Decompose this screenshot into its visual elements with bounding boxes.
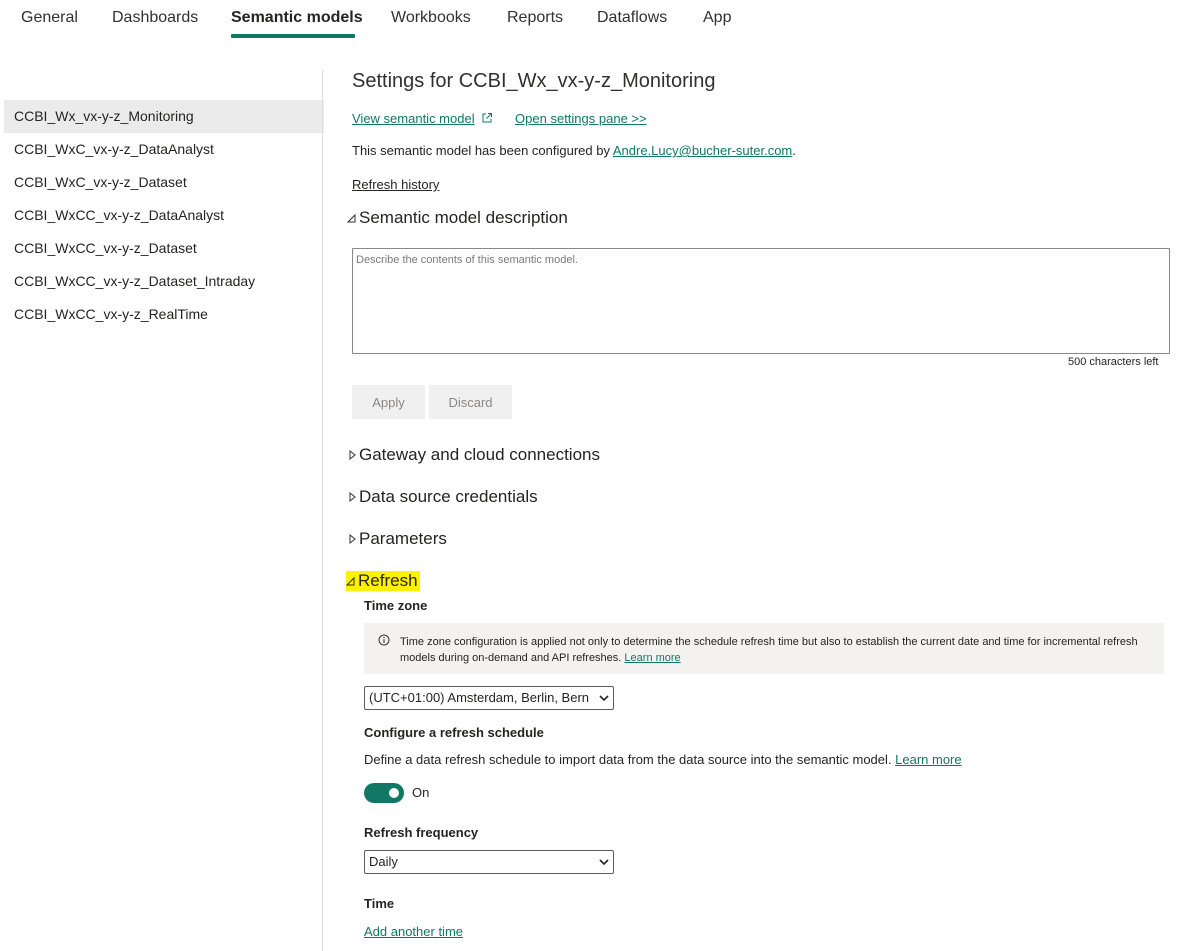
sidebar-item-wxcc-dataset[interactable]: CCBI_WxCC_vx-y-z_Dataset (4, 232, 324, 265)
model-links: View semantic model Open settings pane >… (352, 110, 647, 128)
triangle-expanded-icon (347, 213, 356, 223)
time-zone-label: Time zone (364, 598, 428, 613)
configured-by-text: This semantic model has been configured … (352, 143, 796, 158)
add-another-time-link[interactable]: Add another time (364, 924, 463, 939)
triangle-collapsed-icon (349, 449, 356, 461)
sidebar-item-wxc-dataanalyst[interactable]: CCBI_WxC_vx-y-z_DataAnalyst (4, 133, 324, 166)
view-semantic-model-link[interactable]: View semantic model (352, 111, 475, 126)
active-tab-indicator (231, 34, 355, 38)
time-zone-info-banner: Time zone configuration is applied not o… (364, 623, 1164, 674)
apply-button[interactable]: Apply (352, 385, 425, 419)
schedule-learn-more-link[interactable]: Learn more (895, 752, 961, 767)
tab-dashboards[interactable]: Dashboards (112, 9, 198, 27)
section-label: Semantic model description (359, 208, 568, 227)
sidebar-item-wxcc-dataanalyst[interactable]: CCBI_WxCC_vx-y-z_DataAnalyst (4, 199, 324, 232)
refresh-schedule-description: Define a data refresh schedule to import… (364, 752, 962, 767)
section-label: Parameters (359, 529, 447, 548)
time-zone-learn-more-link[interactable]: Learn more (624, 652, 680, 664)
triangle-expanded-icon (346, 576, 355, 586)
refresh-schedule-label: Configure a refresh schedule (364, 725, 544, 740)
section-refresh[interactable]: Refresh (346, 571, 420, 591)
section-label: Gateway and cloud connections (359, 445, 600, 464)
info-message: Time zone configuration is applied not o… (400, 636, 1138, 664)
triangle-collapsed-icon (349, 491, 356, 503)
section-gateway-connections[interactable]: Gateway and cloud connections (347, 445, 600, 465)
refresh-frequency-label: Refresh frequency (364, 825, 479, 840)
info-icon (378, 634, 390, 646)
schedule-description-text: Define a data refresh schedule to import… (364, 752, 892, 767)
time-zone-value: (UTC+01:00) Amsterdam, Berlin, Bern (369, 690, 589, 705)
section-semantic-model-description[interactable]: Semantic model description (347, 208, 568, 228)
section-label: Data source credentials (359, 487, 538, 506)
chevron-down-icon (599, 694, 609, 702)
section-parameters[interactable]: Parameters (347, 529, 447, 549)
refresh-schedule-toggle[interactable] (364, 783, 404, 803)
triangle-collapsed-icon (349, 533, 356, 545)
tab-semantic-models[interactable]: Semantic models (231, 9, 363, 27)
refresh-history-link[interactable]: Refresh history (352, 177, 439, 192)
tab-app[interactable]: App (703, 9, 731, 27)
page-title: Settings for CCBI_Wx_vx-y-z_Monitoring (352, 70, 716, 92)
tab-workbooks[interactable]: Workbooks (391, 9, 471, 27)
semantic-model-list: CCBI_Wx_vx-y-z_Monitoring CCBI_WxC_vx-y-… (4, 100, 324, 331)
time-label: Time (364, 896, 395, 911)
sidebar-item-wxc-dataset[interactable]: CCBI_WxC_vx-y-z_Dataset (4, 166, 324, 199)
chevron-down-icon (599, 859, 609, 866)
configured-by-prefix: This semantic model has been configured … (352, 143, 613, 158)
settings-tab-bar: General Dashboards Semantic models Workb… (0, 0, 1192, 40)
time-zone-info-text: Time zone configuration is applied not o… (400, 634, 1140, 666)
sidebar-item-wxcc-dataset-intraday[interactable]: CCBI_WxCC_vx-y-z_Dataset_Intraday (4, 265, 324, 298)
section-label: Refresh (358, 571, 418, 590)
tab-dataflows[interactable]: Dataflows (597, 9, 667, 27)
refresh-frequency-select[interactable]: Daily (364, 850, 614, 874)
characters-left-counter: 500 characters left (1068, 356, 1159, 368)
toggle-state-label: On (412, 785, 430, 800)
discard-button[interactable]: Discard (429, 385, 512, 419)
tab-reports[interactable]: Reports (507, 9, 563, 27)
external-link-icon[interactable] (481, 112, 493, 124)
tab-general[interactable]: General (21, 9, 78, 27)
configured-by-user-link[interactable]: Andre.Lucy@bucher-suter.com (613, 143, 792, 158)
sidebar-divider (322, 70, 323, 951)
configured-by-suffix: . (792, 143, 796, 158)
semantic-model-description-input[interactable] (352, 248, 1170, 354)
toggle-knob (389, 788, 399, 798)
sidebar-item-wxcc-realtime[interactable]: CCBI_WxCC_vx-y-z_RealTime (4, 298, 324, 331)
section-data-source-credentials[interactable]: Data source credentials (347, 487, 538, 507)
open-settings-pane-link[interactable]: Open settings pane >> (515, 111, 647, 126)
time-zone-select[interactable]: (UTC+01:00) Amsterdam, Berlin, Bern (364, 686, 614, 710)
refresh-frequency-value: Daily (369, 854, 398, 869)
sidebar-item-monitoring[interactable]: CCBI_Wx_vx-y-z_Monitoring (4, 100, 324, 133)
